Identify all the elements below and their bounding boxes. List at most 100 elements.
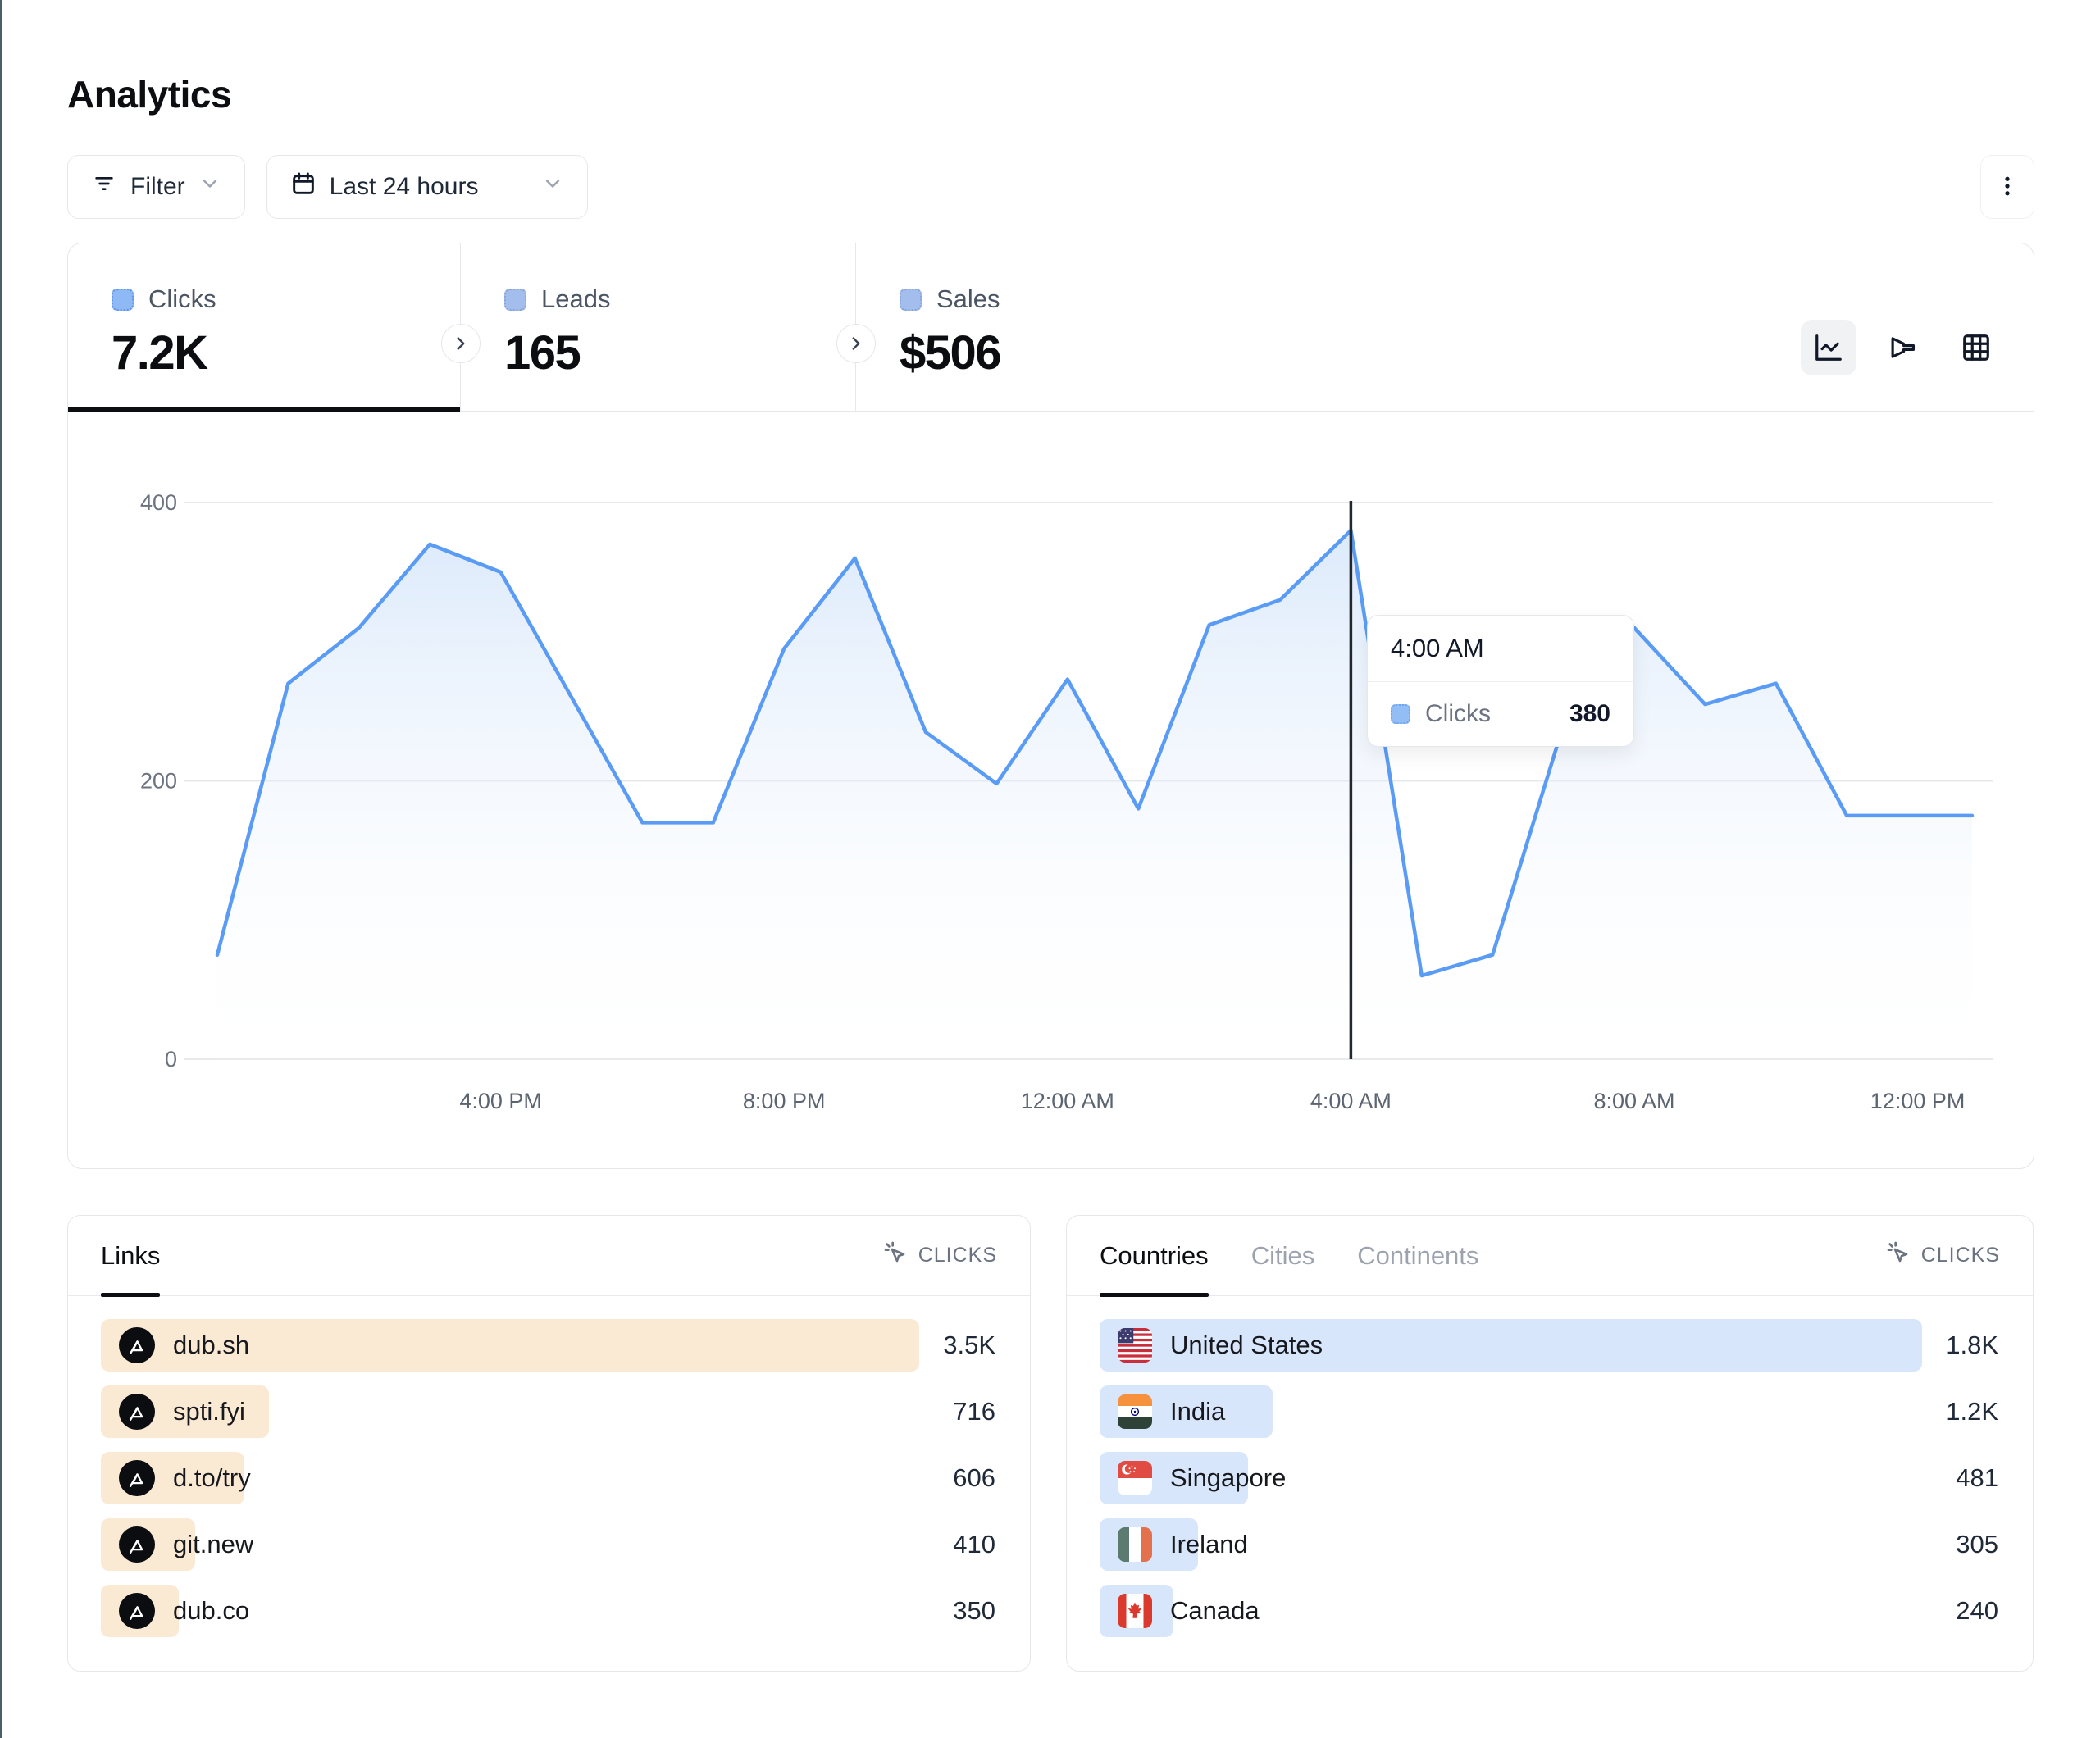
tab-links[interactable]: Links (101, 1216, 160, 1295)
tab-continents[interactable]: Continents (1357, 1216, 1478, 1295)
chevron-down-icon (541, 172, 564, 202)
svg-text:400: 400 (140, 490, 177, 515)
row-click-count: 305 (1956, 1530, 2000, 1559)
clicks-swatch-icon (112, 289, 134, 311)
window-edge (0, 0, 2, 1738)
leads-value: 165 (504, 325, 855, 380)
row-click-count: 716 (953, 1397, 997, 1426)
tab-clicks[interactable]: Clicks 7.2K (68, 243, 460, 411)
row-click-count: 240 (1956, 1596, 2000, 1626)
country-row[interactable]: United States 1.8K (1100, 1319, 2000, 1372)
svg-text:8:00 PM: 8:00 PM (743, 1089, 826, 1113)
sales-value: $506 (900, 325, 1000, 380)
funnel-view-button[interactable] (1875, 320, 1930, 375)
dub-logo-icon (119, 1526, 155, 1563)
calendar-icon (290, 171, 317, 203)
expand-leads-button[interactable] (836, 324, 876, 363)
row-label: Singapore (1170, 1463, 1286, 1493)
row-label: United States (1170, 1331, 1323, 1360)
us-flag-icon (1118, 1328, 1152, 1363)
svg-text:12:00 PM: 12:00 PM (1870, 1089, 1966, 1113)
links-metric-selector[interactable]: CLICKS (882, 1240, 997, 1272)
country-row[interactable]: Ireland 305 (1100, 1518, 2000, 1571)
tab-cities[interactable]: Cities (1251, 1216, 1315, 1295)
chevron-down-icon (198, 172, 221, 202)
row-label: Ireland (1170, 1530, 1248, 1559)
svg-text:0: 0 (165, 1047, 177, 1071)
line-chart-view-button[interactable] (1801, 320, 1856, 375)
clicks-value: 7.2K (112, 325, 460, 380)
filter-button-label: Filter (130, 173, 185, 201)
cursor-click-icon (1885, 1240, 1911, 1272)
link-row[interactable]: d.to/try 606 (101, 1452, 997, 1504)
link-row[interactable]: dub.sh 3.5K (101, 1319, 997, 1372)
tab-countries[interactable]: Countries (1100, 1216, 1209, 1295)
link-row[interactable]: spti.fyi 716 (101, 1385, 997, 1438)
links-metric-label: CLICKS (918, 1244, 997, 1267)
row-label: spti.fyi (173, 1397, 245, 1426)
row-click-count: 606 (953, 1463, 997, 1493)
cursor-click-icon (882, 1240, 909, 1272)
links-panel-header: Links CLICKS (68, 1216, 1030, 1296)
row-label: dub.sh (173, 1331, 249, 1360)
filter-button[interactable]: Filter (67, 155, 245, 219)
chart-canvas[interactable]: 02004004:00 PM8:00 PM12:00 AM4:00 AM8:00… (68, 412, 2034, 1169)
link-row[interactable]: dub.co 350 (101, 1585, 997, 1637)
clicks-area-chart[interactable]: 02004004:00 PM8:00 PM12:00 AM4:00 AM8:00… (68, 412, 2034, 1169)
table-view-button[interactable] (1948, 320, 2004, 375)
svg-text:200: 200 (140, 769, 177, 794)
more-options-button[interactable] (1980, 155, 2034, 219)
svg-text:4:00 PM: 4:00 PM (459, 1089, 542, 1113)
leads-swatch-icon (504, 289, 526, 311)
row-label: dub.co (173, 1596, 249, 1626)
breakdown-panels: Links CLICKS dub.sh 3.5K spti.fyi 716 d.to/t… (67, 1215, 2034, 1672)
country-row[interactable]: Singapore 481 (1100, 1452, 2000, 1504)
dub-logo-icon (119, 1327, 155, 1363)
row-label: India (1170, 1397, 1225, 1426)
in-flag-icon (1118, 1394, 1152, 1429)
tooltip-value: 380 (1569, 700, 1610, 728)
row-click-count: 410 (953, 1530, 997, 1559)
dub-logo-icon (119, 1593, 155, 1629)
row-label: d.to/try (173, 1463, 251, 1493)
svg-text:12:00 AM: 12:00 AM (1021, 1089, 1114, 1113)
countries-panel-header: Countries Cities Continents CLICKS (1067, 1216, 2033, 1296)
svg-text:4:00 AM: 4:00 AM (1310, 1089, 1392, 1113)
sales-swatch-icon (900, 289, 922, 311)
row-click-count: 1.8K (1946, 1331, 2000, 1360)
date-range-label: Last 24 hours (330, 173, 479, 201)
row-click-count: 481 (1956, 1463, 2000, 1493)
toolbar: Filter Last 24 hours (67, 154, 2034, 220)
tab-leads[interactable]: Leads 165 (460, 243, 855, 411)
tooltip-time: 4:00 AM (1368, 616, 1633, 682)
page-title: Analytics (67, 72, 2034, 116)
links-panel: Links CLICKS dub.sh 3.5K spti.fyi 716 d.to/t… (67, 1215, 1031, 1672)
country-row[interactable]: Canada 240 (1100, 1585, 2000, 1637)
country-row[interactable]: India 1.2K (1100, 1385, 2000, 1438)
sg-flag-icon (1118, 1461, 1152, 1495)
row-click-count: 3.5K (943, 1331, 997, 1360)
filter-lines-icon (91, 171, 117, 203)
analytics-page: Analytics Filter Last 24 hours (0, 0, 2100, 1672)
link-row[interactable]: git.new 410 (101, 1518, 997, 1571)
analytics-chart-card: Clicks 7.2K Leads 165 Sales $506 (67, 243, 2034, 1169)
tooltip-series-label: Clicks (1425, 700, 1491, 728)
kebab-menu-icon (1995, 174, 2020, 201)
ie-flag-icon (1118, 1527, 1152, 1562)
tab-sales[interactable]: Sales $506 (855, 243, 2034, 411)
countries-metric-selector[interactable]: CLICKS (1885, 1240, 2000, 1272)
dub-logo-icon (119, 1394, 155, 1430)
row-click-count: 1.2K (1946, 1397, 2000, 1426)
countries-metric-label: CLICKS (1921, 1244, 2000, 1267)
ca-flag-icon (1118, 1594, 1152, 1628)
sales-label: Sales (936, 284, 1000, 314)
chart-tooltip: 4:00 AM Clicks 380 (1367, 615, 1634, 747)
clicks-label: Clicks (148, 284, 216, 314)
leads-label: Leads (541, 284, 610, 314)
expand-clicks-button[interactable] (441, 324, 481, 363)
row-label: Canada (1170, 1596, 1260, 1626)
date-range-button[interactable]: Last 24 hours (266, 155, 588, 219)
row-label: git.new (173, 1530, 253, 1559)
row-click-count: 350 (953, 1596, 997, 1626)
tooltip-series-swatch-icon (1391, 704, 1410, 724)
